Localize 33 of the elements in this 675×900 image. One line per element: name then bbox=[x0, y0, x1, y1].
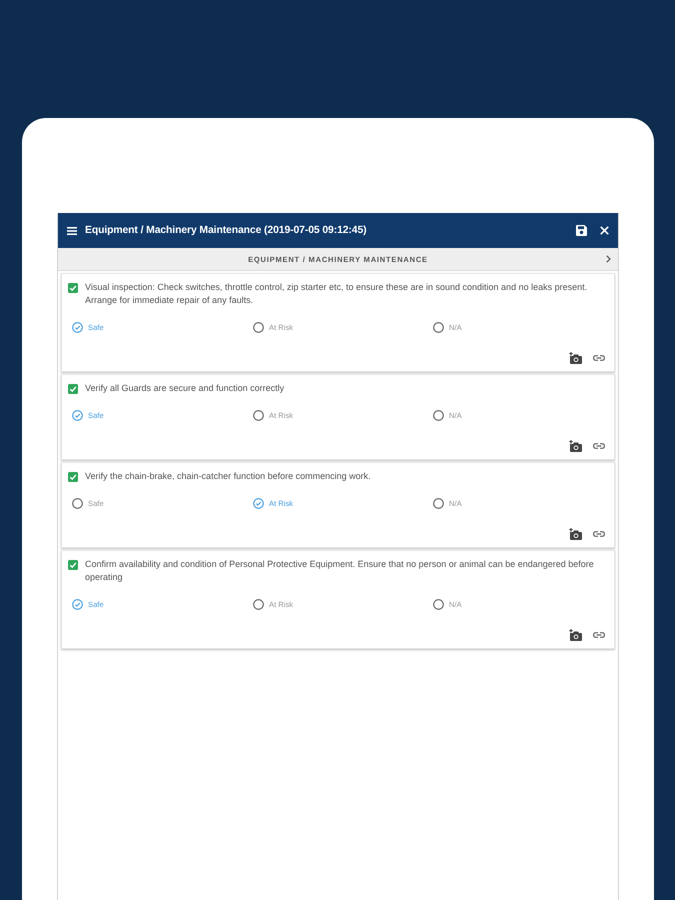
camera-plus-icon[interactable] bbox=[569, 440, 582, 452]
radio-circle-icon bbox=[433, 598, 444, 610]
link-icon[interactable] bbox=[593, 443, 605, 449]
radio-circle-icon bbox=[253, 598, 264, 610]
question-text: Confirm availability and condition of Personal Protective Equipment. Ensure that no person or animal can be endangered before operating bbox=[85, 558, 595, 584]
radio-circle-icon bbox=[253, 410, 264, 420]
camera-plus-icon[interactable] bbox=[569, 528, 582, 540]
checked-checkbox-icon[interactable] bbox=[68, 384, 78, 394]
radio-circle-icon bbox=[433, 498, 444, 508]
link-icon[interactable] bbox=[593, 632, 605, 638]
radio-circle-icon bbox=[253, 322, 264, 332]
radio-circle-icon bbox=[433, 322, 444, 332]
camera-plus-icon[interactable] bbox=[569, 352, 582, 364]
menu-icon[interactable] bbox=[67, 226, 77, 234]
link-icon[interactable] bbox=[593, 355, 605, 361]
chevron-right-icon[interactable] bbox=[606, 255, 611, 263]
checked-checkbox-icon[interactable] bbox=[68, 472, 78, 482]
check-circle-icon bbox=[72, 598, 83, 610]
checked-checkbox-icon[interactable] bbox=[68, 560, 78, 570]
save-icon[interactable] bbox=[576, 225, 587, 236]
check-circle-icon bbox=[72, 322, 83, 332]
header-title: Equipment / Machinery Maintenance (2019-07-05 09:12:45) bbox=[85, 225, 367, 236]
link-icon[interactable] bbox=[593, 531, 605, 537]
radio-circle-icon bbox=[72, 498, 83, 508]
check-circle-icon bbox=[72, 410, 83, 420]
radio-circle-icon bbox=[433, 410, 444, 420]
question-text: Visual inspection: Check switches, throttle control, zip starter etc, to ensure these are in sound condition and no leaks present. Arrange for immediate repair of any faults. bbox=[85, 281, 588, 307]
camera-plus-icon[interactable] bbox=[569, 629, 582, 641]
close-icon[interactable] bbox=[600, 226, 609, 235]
checked-checkbox-icon[interactable] bbox=[68, 282, 78, 292]
question-text: Verify the chain-brake, chain-catcher function before commencing work. bbox=[85, 470, 372, 483]
check-circle-icon bbox=[253, 498, 264, 508]
question-text: Verify all Guards are secure and function correctly bbox=[85, 382, 286, 395]
